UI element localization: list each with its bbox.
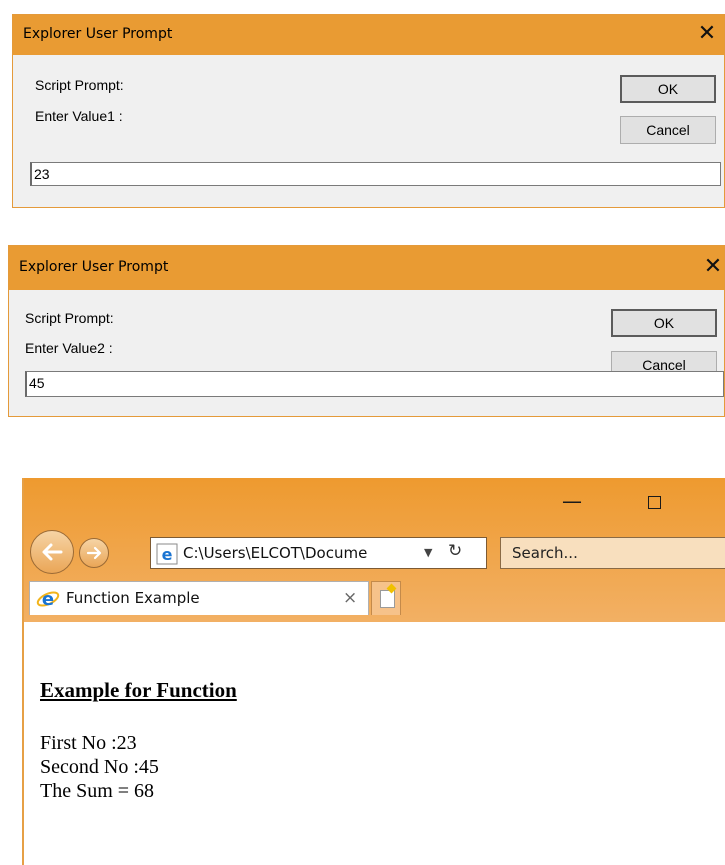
tab-function-example[interactable]: e Function Example ×: [29, 581, 369, 615]
svg-text:e: e: [162, 545, 173, 564]
maximize-icon: [647, 496, 661, 509]
minimize-button[interactable]: —: [552, 486, 592, 516]
script-prompt-label: Script Prompt:: [25, 310, 114, 326]
prompt-dialog-value2: Explorer User Prompt ✕ Script Prompt: En…: [8, 245, 725, 417]
first-number-text: First No :23: [40, 732, 137, 754]
back-arrow-icon: [42, 543, 63, 561]
search-placeholder: Search...: [512, 544, 578, 562]
close-icon[interactable]: ✕: [696, 21, 718, 47]
dialog-titlebar[interactable]: Explorer User Prompt ✕: [9, 246, 724, 290]
value-input[interactable]: 23: [30, 162, 721, 186]
second-number-text: Second No :45: [40, 756, 159, 778]
dialog-title: Explorer User Prompt: [23, 26, 173, 42]
address-text[interactable]: C:\Users\ELCOT\Docume: [183, 544, 415, 562]
enter-value-label: Enter Value1 :: [35, 108, 123, 124]
svg-text:e: e: [42, 589, 54, 610]
back-button[interactable]: [30, 530, 74, 574]
page-heading: Example for Function: [40, 678, 237, 702]
dialog-titlebar[interactable]: Explorer User Prompt ✕: [13, 15, 724, 55]
dialog-title: Explorer User Prompt: [19, 259, 169, 275]
enter-value-label: Enter Value2 :: [25, 340, 113, 356]
new-tab-icon: [380, 590, 395, 608]
chevron-down-icon[interactable]: ▼: [424, 543, 432, 563]
address-bar[interactable]: e C:\Users\ELCOT\Docume ▼ ↻: [150, 537, 487, 569]
sum-text: The Sum = 68: [40, 780, 155, 802]
forward-arrow-icon: [86, 546, 102, 560]
prompt-dialog-value1: Explorer User Prompt ✕ Script Prompt: En…: [12, 14, 725, 208]
tab-close-icon[interactable]: ×: [343, 588, 357, 608]
close-icon[interactable]: ✕: [702, 254, 724, 280]
browser-chrome: — e C:\Users\ELCOT\Docume ▼ ↻ Search...: [24, 478, 725, 622]
ie-page-icon: e: [156, 543, 178, 565]
browser-window: — e C:\Users\ELCOT\Docume ▼ ↻ Search...: [22, 478, 725, 865]
ok-button[interactable]: OK: [611, 309, 717, 337]
cancel-button[interactable]: Cancel: [620, 116, 716, 144]
script-prompt-label: Script Prompt:: [35, 77, 124, 93]
refresh-icon[interactable]: ↻: [448, 541, 462, 561]
ok-button[interactable]: OK: [620, 75, 716, 103]
ie-logo-icon: e: [36, 589, 60, 610]
search-box[interactable]: Search...: [500, 537, 725, 569]
forward-button[interactable]: [79, 538, 109, 568]
new-tab-button[interactable]: [371, 581, 401, 615]
value-input[interactable]: 45: [25, 371, 724, 397]
tab-title: Function Example: [66, 589, 200, 607]
maximize-button[interactable]: [634, 486, 674, 516]
